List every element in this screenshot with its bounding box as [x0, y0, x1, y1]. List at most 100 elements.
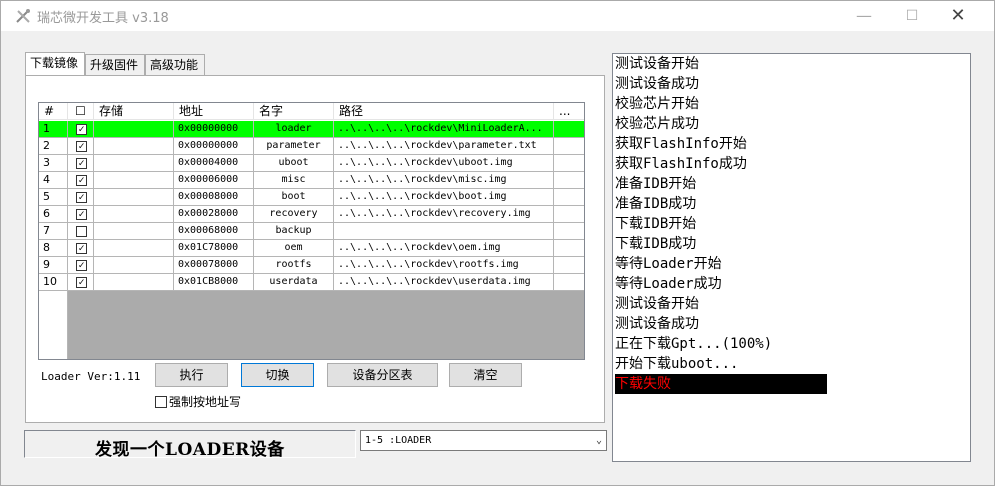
cell-more[interactable] [554, 138, 584, 155]
row-checkbox-cell[interactable]: ✓ [68, 274, 94, 291]
cell-name[interactable]: loader [254, 121, 334, 138]
maximize-button[interactable]: ☐ [889, 1, 935, 31]
cell-name[interactable]: backup [254, 223, 334, 240]
tab-download-image[interactable]: 下载镜像 [25, 52, 85, 75]
cell-more[interactable] [554, 121, 584, 138]
cell-more[interactable] [554, 223, 584, 240]
row-checkbox-cell[interactable]: ✓ [68, 240, 94, 257]
table-row[interactable]: 4 ✓ 0x00006000 misc ..\..\..\..\rockdev\misc… [39, 172, 584, 189]
cell-storage[interactable] [94, 155, 174, 172]
cell-name[interactable]: oem [254, 240, 334, 257]
partition-table-button[interactable]: 设备分区表 [327, 363, 438, 387]
checkmark-icon[interactable]: ✓ [76, 209, 87, 220]
header-address[interactable]: 地址 [174, 103, 254, 120]
clear-button[interactable]: 清空 [449, 363, 522, 387]
cell-storage[interactable] [94, 189, 174, 206]
title-bar[interactable]: 瑞芯微开发工具 v3.18 — ☐ ✕ [1, 1, 994, 31]
chevron-down-icon[interactable]: ⌄ [596, 431, 602, 450]
cell-path[interactable]: ..\..\..\..\rockdev\misc.img [334, 172, 554, 189]
cell-path[interactable]: ..\..\..\..\rockdev\boot.img [334, 189, 554, 206]
cell-storage[interactable] [94, 138, 174, 155]
row-checkbox-cell[interactable] [68, 223, 94, 240]
header-check[interactable]: ☐ [68, 103, 94, 120]
checkmark-icon[interactable]: ✓ [76, 277, 87, 288]
cell-path[interactable]: ..\..\..\..\rockdev\MiniLoaderA... [334, 121, 554, 138]
tab-upgrade-firmware[interactable]: 升级固件 [85, 54, 145, 75]
cell-more[interactable] [554, 172, 584, 189]
checkmark-icon[interactable]: ✓ [76, 158, 87, 169]
cell-path[interactable]: ..\..\..\..\rockdev\recovery.img [334, 206, 554, 223]
table-row[interactable]: 6 ✓ 0x00028000 recovery ..\..\..\..\rockdev\… [39, 206, 584, 223]
minimize-button[interactable]: — [841, 1, 887, 31]
cell-more[interactable] [554, 155, 584, 172]
cell-storage[interactable] [94, 121, 174, 138]
cell-more[interactable] [554, 189, 584, 206]
cell-more[interactable] [554, 274, 584, 291]
cell-storage[interactable] [94, 172, 174, 189]
table-row[interactable]: 5 ✓ 0x00008000 boot ..\..\..\..\rockdev\boot… [39, 189, 584, 206]
cell-name[interactable]: parameter [254, 138, 334, 155]
header-more[interactable]: ... [554, 103, 584, 120]
cell-address[interactable]: 0x00004000 [174, 155, 254, 172]
device-select[interactable]: 1-5 :LOADER ⌄ [360, 430, 607, 451]
cell-address[interactable]: 0x01CB8000 [174, 274, 254, 291]
checkmark-icon[interactable]: ✓ [76, 124, 87, 135]
cell-storage[interactable] [94, 274, 174, 291]
cell-more[interactable] [554, 206, 584, 223]
checkbox-box[interactable] [155, 396, 167, 408]
cell-storage[interactable] [94, 206, 174, 223]
cell-address[interactable]: 0x00000000 [174, 121, 254, 138]
cell-more[interactable] [554, 257, 584, 274]
cell-address[interactable]: 0x00078000 [174, 257, 254, 274]
table-row[interactable]: 2 ✓ 0x00000000 parameter ..\..\..\..\rockdev… [39, 138, 584, 155]
row-checkbox-cell[interactable]: ✓ [68, 121, 94, 138]
log-panel[interactable]: 测试设备开始 测试设备成功 校验芯片开始 校验芯片成功 获取FlashInfo开始 获取F… [612, 53, 971, 462]
checkmark-icon[interactable]: ✓ [76, 141, 87, 152]
switch-button[interactable]: 切换 [241, 363, 314, 387]
row-checkbox-cell[interactable]: ✓ [68, 257, 94, 274]
checkmark-icon[interactable]: ✓ [76, 175, 87, 186]
cell-more[interactable] [554, 240, 584, 257]
cell-storage[interactable] [94, 240, 174, 257]
checkmark-icon[interactable]: ✓ [76, 192, 87, 203]
checkbox-empty-icon[interactable] [76, 226, 87, 237]
table-row[interactable]: 3 ✓ 0x00004000 uboot ..\..\..\..\rockdev\ubo… [39, 155, 584, 172]
table-row[interactable]: 9 ✓ 0x00078000 rootfs ..\..\..\..\rockdev\ro… [39, 257, 584, 274]
cell-path[interactable]: ..\..\..\..\rockdev\oem.img [334, 240, 554, 257]
cell-path[interactable]: ..\..\..\..\rockdev\rootfs.img [334, 257, 554, 274]
table-row[interactable]: 1 ✓ 0x00000000 loader ..\..\..\..\rockdev\Mi… [39, 121, 584, 138]
cell-storage[interactable] [94, 257, 174, 274]
cell-name[interactable]: misc [254, 172, 334, 189]
cell-name[interactable]: rootfs [254, 257, 334, 274]
checkmark-icon[interactable]: ✓ [76, 243, 87, 254]
cell-name[interactable]: recovery [254, 206, 334, 223]
cell-address[interactable]: 0x01C78000 [174, 240, 254, 257]
header-index[interactable]: # [39, 103, 68, 120]
cell-address[interactable]: 0x00068000 [174, 223, 254, 240]
tab-advanced[interactable]: 高级功能 [145, 54, 205, 75]
cell-path[interactable] [334, 223, 554, 240]
cell-address[interactable]: 0x00006000 [174, 172, 254, 189]
cell-path[interactable]: ..\..\..\..\rockdev\userdata.img [334, 274, 554, 291]
run-button[interactable]: 执行 [155, 363, 228, 387]
row-checkbox-cell[interactable]: ✓ [68, 189, 94, 206]
table-row[interactable]: 10 ✓ 0x01CB8000 userdata ..\..\..\..\rockdev… [39, 274, 584, 291]
cell-name[interactable]: userdata [254, 274, 334, 291]
row-checkbox-cell[interactable]: ✓ [68, 138, 94, 155]
cell-name[interactable]: uboot [254, 155, 334, 172]
cell-storage[interactable] [94, 223, 174, 240]
row-checkbox-cell[interactable]: ✓ [68, 172, 94, 189]
force-address-checkbox[interactable]: 强制按地址写 [155, 394, 241, 410]
cell-address[interactable]: 0x00000000 [174, 138, 254, 155]
close-button[interactable]: ✕ [935, 1, 981, 31]
table-row[interactable]: 8 ✓ 0x01C78000 oem ..\..\..\..\rockdev\oem.i… [39, 240, 584, 257]
checkmark-icon[interactable]: ✓ [76, 260, 87, 271]
cell-address[interactable]: 0x00008000 [174, 189, 254, 206]
row-checkbox-cell[interactable]: ✓ [68, 155, 94, 172]
header-storage[interactable]: 存储 [94, 103, 174, 120]
cell-name[interactable]: boot [254, 189, 334, 206]
header-path[interactable]: 路径 [334, 103, 554, 120]
header-name[interactable]: 名字 [254, 103, 334, 120]
table-row[interactable]: 7 0x00068000 backup [39, 223, 584, 240]
cell-path[interactable]: ..\..\..\..\rockdev\parameter.txt [334, 138, 554, 155]
